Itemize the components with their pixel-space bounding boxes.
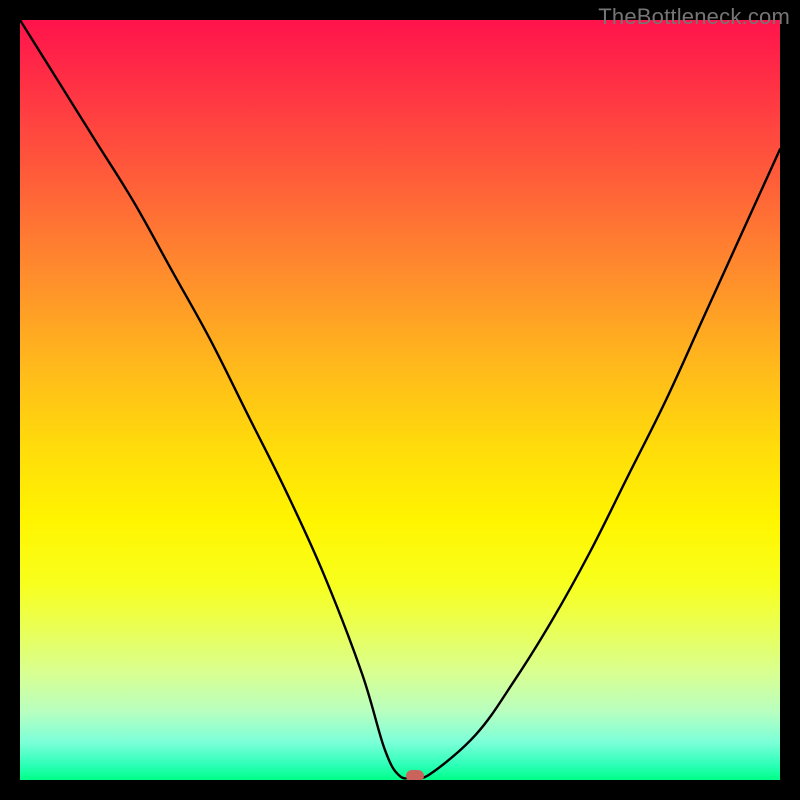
curve-layer: [20, 20, 780, 780]
watermark-text: TheBottleneck.com: [598, 4, 790, 30]
plot-area: [20, 20, 780, 780]
optimum-marker: [406, 770, 424, 780]
bottleneck-curve: [20, 20, 780, 778]
chart-frame: TheBottleneck.com: [0, 0, 800, 800]
